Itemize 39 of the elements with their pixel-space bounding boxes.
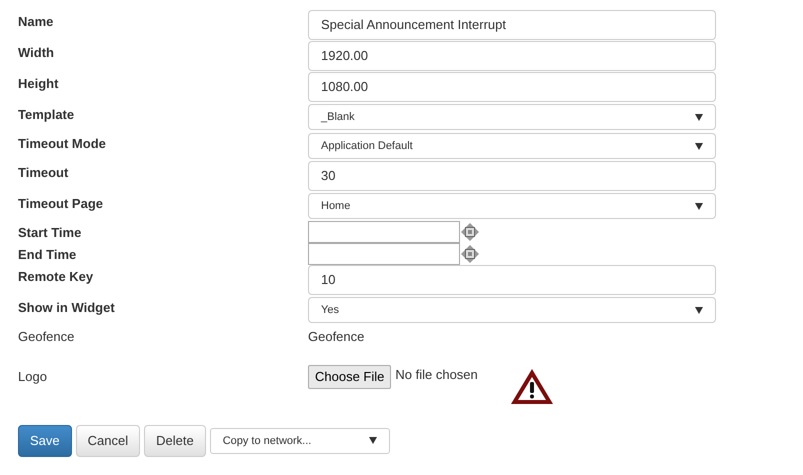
text-field[interactable]: 1080.00 — [308, 72, 716, 102]
select-field[interactable]: Yes — [308, 297, 716, 323]
form-button[interactable]: Delete — [144, 425, 206, 456]
date-field[interactable] — [308, 221, 460, 243]
field-label: Start Time — [18, 224, 82, 242]
field-label: Logo — [18, 368, 48, 386]
caret-icon — [368, 437, 377, 444]
text-field[interactable]: 1920.00 — [308, 41, 716, 71]
field-label: Remote Key — [18, 268, 94, 286]
picker-icon[interactable] — [460, 244, 480, 264]
caret-icon — [695, 306, 703, 314]
caret-icon — [695, 202, 703, 210]
field-label: Timeout Mode — [18, 135, 107, 153]
field-label: Show in Widget — [18, 299, 116, 317]
form-button[interactable]: Cancel — [76, 425, 140, 456]
date-field[interactable] — [308, 243, 460, 265]
select-field[interactable]: _Blank — [308, 104, 716, 130]
save-button[interactable]: Save — [18, 425, 72, 456]
warning-icon — [510, 367, 554, 405]
field-label: End Time — [18, 246, 78, 264]
field-label: Name — [18, 13, 54, 31]
select-field[interactable]: Home — [308, 193, 716, 219]
field-label: Width — [18, 44, 55, 62]
text-field[interactable]: Special Announcement Interrupt — [308, 10, 716, 40]
copy-select[interactable]: Copy to network... — [210, 428, 390, 454]
caret-icon — [695, 114, 703, 120]
field-label: Height — [18, 75, 60, 93]
field-label: Timeout — [18, 164, 70, 182]
select-field[interactable]: Application Default — [308, 133, 716, 159]
field-label: Template — [18, 106, 76, 124]
picker-icon[interactable] — [460, 222, 480, 242]
field-label: Geofence — [18, 328, 76, 346]
file-status-text: No file chosen — [395, 366, 478, 384]
choose-file-button[interactable]: Choose File — [308, 365, 392, 388]
text-field[interactable]: 10 — [308, 265, 716, 295]
field-label: Timeout Page — [18, 195, 104, 213]
caret-icon — [695, 142, 703, 150]
geofence-text: Geofence — [308, 328, 366, 346]
text-field[interactable]: 30 — [308, 161, 716, 191]
